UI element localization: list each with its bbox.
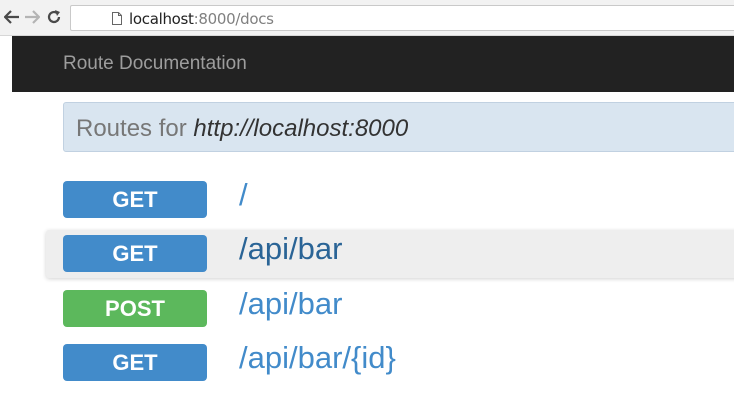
- route-row[interactable]: GET /api/bar/{id}: [0, 339, 734, 385]
- address-bar[interactable]: localhost:8000/docs: [70, 5, 734, 31]
- method-badge-get[interactable]: GET: [63, 235, 207, 272]
- navbar: Route Documentation: [12, 36, 734, 92]
- routes-prefix-text: Routes for: [76, 115, 194, 142]
- routes-title: Routes for http://localhost:8000: [76, 115, 408, 143]
- route-row[interactable]: POST /api/bar: [0, 285, 734, 331]
- route-path-link[interactable]: /api/bar/{id}: [239, 340, 396, 376]
- route-path-link[interactable]: /api/bar: [239, 231, 342, 267]
- routes-header: Routes for http://localhost:8000: [63, 102, 734, 152]
- method-badge-get[interactable]: GET: [63, 344, 207, 381]
- route-row[interactable]: GET /: [0, 176, 734, 222]
- url-path: :8000/docs: [193, 10, 274, 28]
- route-row[interactable]: GET /api/bar: [0, 230, 734, 278]
- method-badge-post[interactable]: POST: [63, 290, 207, 327]
- back-arrow-icon[interactable]: [3, 8, 21, 26]
- url-text: localhost:8000/docs: [129, 10, 274, 28]
- route-path-link[interactable]: /: [239, 177, 248, 213]
- route-path-link[interactable]: /api/bar: [239, 286, 342, 322]
- page-icon: [112, 12, 122, 25]
- reload-icon[interactable]: [45, 8, 63, 26]
- routes-host: http://localhost:8000: [193, 115, 409, 142]
- browser-toolbar: localhost:8000/docs: [0, 0, 734, 36]
- method-badge-get[interactable]: GET: [63, 181, 207, 218]
- url-host: localhost: [129, 10, 194, 28]
- navbar-brand[interactable]: Route Documentation: [63, 53, 247, 75]
- forward-arrow-icon[interactable]: [23, 8, 41, 26]
